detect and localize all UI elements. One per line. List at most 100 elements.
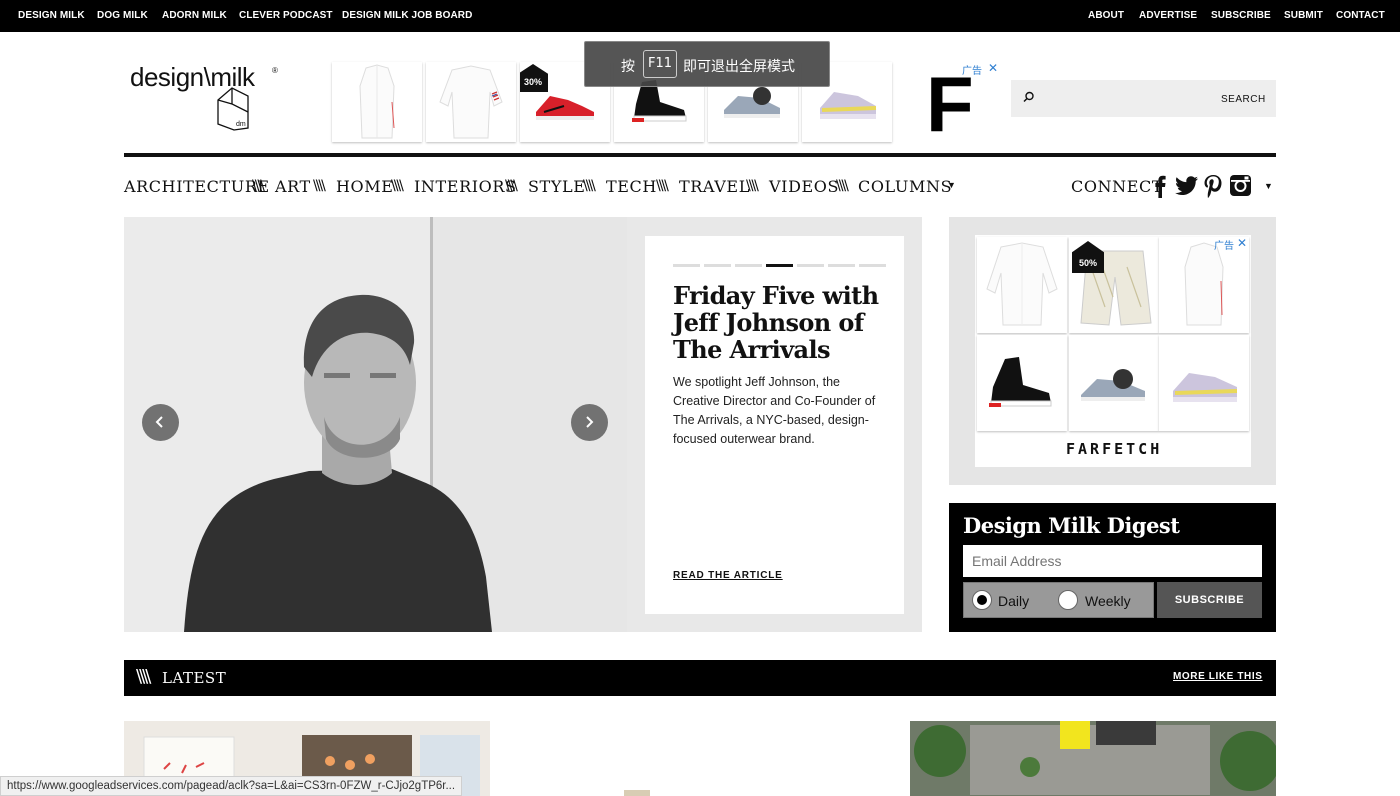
latest-label: LATEST (162, 669, 227, 687)
facebook-icon[interactable] (1153, 174, 1167, 198)
farfetch-f-logo: F (926, 60, 974, 148)
radio-daily-label[interactable]: Daily (998, 593, 1029, 609)
article-title[interactable]: Friday Five with Jeff Johnson of The Arr… (673, 282, 888, 363)
nav-separator: \\\\ (656, 178, 669, 194)
ad-product-shirt-2[interactable]: 广告 ✕ (1159, 237, 1249, 333)
ad-product-shorts[interactable]: 50% (1069, 237, 1159, 333)
link-adorn-milk[interactable]: ADORN MILK (162, 10, 227, 21)
ad-product-chunky-sneaker[interactable] (1159, 335, 1249, 431)
nav-style[interactable]: STYLE (528, 177, 586, 196)
fullscreen-exit-toast: 按 F11 即可退出全屏模式 (584, 41, 830, 87)
slider-dot[interactable] (766, 264, 793, 267)
digest-title: Design Milk Digest (963, 513, 1180, 538)
toast-suffix: 即可退出全屏模式 (683, 59, 795, 75)
link-submit[interactable]: SUBMIT (1284, 10, 1323, 21)
ad-product-fur-sneaker[interactable] (1069, 335, 1159, 431)
nav-tech[interactable]: TECH (606, 177, 657, 196)
radio-weekly-label[interactable]: Weekly (1085, 593, 1131, 609)
slider-dot[interactable] (859, 264, 886, 267)
chevron-down-icon[interactable]: ▼ (1264, 181, 1273, 191)
twitter-icon[interactable] (1175, 176, 1199, 196)
article-excerpt: We spotlight Jeff Johnson, the Creative … (673, 375, 876, 446)
search-button[interactable]: SEARCH (1221, 94, 1266, 105)
slider-dot[interactable] (704, 264, 731, 267)
slider-dot[interactable] (735, 264, 762, 267)
ad-product-shirt-1[interactable] (332, 62, 422, 142)
nav-art[interactable]: ART (275, 177, 311, 196)
link-status-bar: https://www.googleadservices.com/pagead/… (0, 776, 463, 796)
sneaker-icon (1081, 369, 1145, 401)
nav-separator: \\\\ (252, 178, 265, 194)
read-article-link[interactable]: READ THE ARTICLE (673, 570, 783, 581)
farfetch-logo-ad[interactable]: F 广告 ✕ (926, 60, 1000, 148)
header-divider (124, 153, 1276, 157)
nav-interiors[interactable]: INTERIORS (414, 177, 517, 196)
nav-separator: \\\\ (746, 178, 759, 194)
shirt-icon (1184, 242, 1224, 326)
shirt-icon (359, 64, 395, 139)
farfetch-brand: FARFETCH (1066, 440, 1163, 458)
link-advertise[interactable]: ADVERTISE (1139, 10, 1197, 21)
nav-separator: \\\\ (313, 178, 326, 194)
sneaker-icon (989, 357, 1052, 407)
chevron-left-icon (155, 416, 163, 428)
email-field[interactable] (963, 545, 1262, 577)
shirt-icon (986, 242, 1058, 326)
aerial-plaza-image (910, 721, 1276, 796)
milk-carton-icon: dm (217, 87, 249, 131)
ad-product-shirt-1[interactable] (977, 237, 1067, 333)
link-clever-podcast[interactable]: CLEVER PODCAST (239, 10, 333, 21)
link-job-board[interactable]: DESIGN MILK JOB BOARD (342, 10, 472, 21)
link-dog-milk[interactable]: DOG MILK (97, 10, 148, 21)
subscribe-button[interactable]: SUBSCRIBE (1157, 582, 1262, 618)
radio-weekly[interactable] (1058, 590, 1078, 610)
search-icon[interactable] (1023, 91, 1035, 103)
radio-daily[interactable] (972, 590, 992, 610)
nav-videos[interactable]: VIDEOS (769, 177, 839, 196)
connect-label: CONNECT (1071, 177, 1164, 196)
chevron-down-icon[interactable]: ▼ (947, 180, 956, 190)
shirt-icon (439, 65, 503, 139)
latest-article-thumb-3[interactable] (910, 721, 1276, 796)
search-input[interactable] (1041, 86, 1211, 110)
latest-section-header (124, 660, 1276, 696)
nav-home[interactable]: HOME (336, 177, 394, 196)
link-contact[interactable]: CONTACT (1336, 10, 1385, 21)
nav-separator: \\\\ (836, 178, 849, 194)
slider-dot[interactable] (828, 264, 855, 267)
link-design-milk[interactable]: DESIGN MILK (18, 10, 85, 21)
hero-photo[interactable] (124, 217, 627, 632)
link-subscribe[interactable]: SUBSCRIBE (1211, 10, 1271, 21)
slider-dot[interactable] (673, 264, 700, 267)
instagram-icon[interactable] (1229, 174, 1252, 197)
nav-separator: \\\\ (391, 178, 404, 194)
toast-prefix: 按 (621, 59, 635, 75)
ad-label: 广告 (1214, 241, 1234, 252)
close-ad-icon[interactable]: ✕ (988, 61, 998, 75)
slash-icon: \\\\ (136, 666, 151, 687)
slider-prev-button[interactable] (142, 404, 179, 441)
chevron-right-icon (586, 416, 594, 428)
toast-key: F11 (643, 50, 677, 78)
pinterest-icon[interactable] (1204, 175, 1222, 198)
latest-article-thumb-2[interactable] (624, 790, 650, 796)
slider-next-button[interactable] (571, 404, 608, 441)
nav-separator: \\\\ (505, 178, 518, 194)
close-ad-icon[interactable]: ✕ (1237, 237, 1247, 250)
nav-columns[interactable]: COLUMNS (858, 177, 952, 196)
slider-dot[interactable] (797, 264, 824, 267)
ad-product-sock-sneaker[interactable] (977, 335, 1067, 431)
site-logo[interactable]: design\milk ® dm (130, 62, 290, 132)
carton-label: dm (236, 121, 246, 128)
nav-architecture[interactable]: ARCHITECTURE (124, 177, 270, 196)
ad-product-shirt-2[interactable] (426, 62, 516, 142)
top-bar: DESIGN MILK DOG MILK ADORN MILK CLEVER P… (0, 0, 1400, 32)
nav-separator: \\\\ (583, 178, 596, 194)
ad-label: 广告 (962, 66, 982, 77)
sneaker-icon (1173, 373, 1238, 402)
nav-travel[interactable]: TRAVEL (679, 177, 750, 196)
more-like-this-link[interactable]: MORE LIKE THIS (1173, 671, 1263, 682)
portrait-image (124, 217, 627, 632)
registered-mark: ® (272, 66, 278, 75)
link-about[interactable]: ABOUT (1088, 10, 1124, 21)
